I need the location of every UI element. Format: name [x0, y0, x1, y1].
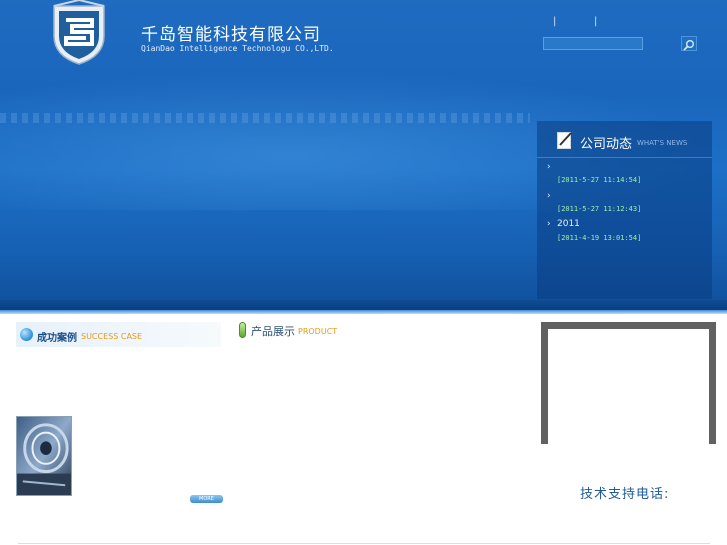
top-link-separator: | [553, 16, 557, 27]
case-thumbnail[interactable] [16, 416, 72, 496]
banner-bottom-band [0, 300, 727, 310]
more-button[interactable]: MORE [190, 495, 223, 503]
chevron-right-icon: › [547, 162, 551, 172]
news-date: [2011-5-27 11:14:54] [557, 176, 642, 184]
search-icon [683, 40, 694, 51]
shield-logo-icon[interactable] [50, 0, 108, 66]
chevron-right-icon: › [547, 219, 551, 229]
success-case-subtitle: SUCCESS CASE [81, 332, 143, 341]
chevron-right-icon: › [547, 191, 551, 201]
news-header: 公司动态 WHAT'S NEWS [537, 121, 712, 158]
banner-divider [0, 310, 727, 314]
news-item-text[interactable]: 2011 [557, 219, 580, 229]
pencil-note-icon [557, 132, 572, 149]
capsule-icon [239, 322, 246, 338]
company-name-en: QianDao Intelligence Technologu CO.,LTD. [141, 44, 334, 53]
search-input[interactable] [543, 37, 643, 50]
news-date: [2011-5-27 11:12:43] [557, 205, 642, 213]
top-link-separator: | [594, 16, 598, 27]
support-phone-label: 技术支持电话: [580, 487, 670, 502]
company-name-cn: 千岛智能科技有限公司 [141, 25, 321, 45]
news-title: 公司动态 [580, 137, 633, 152]
search-button[interactable] [681, 36, 697, 51]
product-title: 产品展示 [251, 325, 295, 338]
scrolling-ticker [0, 113, 530, 123]
product-subtitle: PRODUCT [298, 327, 338, 336]
news-subtitle: WHAT'S NEWS [637, 139, 688, 147]
success-case-title: 成功案例 [37, 333, 77, 344]
media-frame[interactable] [541, 322, 716, 444]
page-root: 千岛智能科技有限公司 QianDao Intelligence Technolo… [0, 0, 727, 545]
success-case-header: 成功案例 SUCCESS CASE [16, 322, 221, 347]
bullet-dot-icon [20, 328, 33, 341]
footer-divider [18, 543, 710, 544]
news-date: [2011-4-19 13:01:54] [557, 234, 642, 242]
news-panel: 公司动态 WHAT'S NEWS › [2011-5-27 11:14:54] … [537, 121, 712, 299]
